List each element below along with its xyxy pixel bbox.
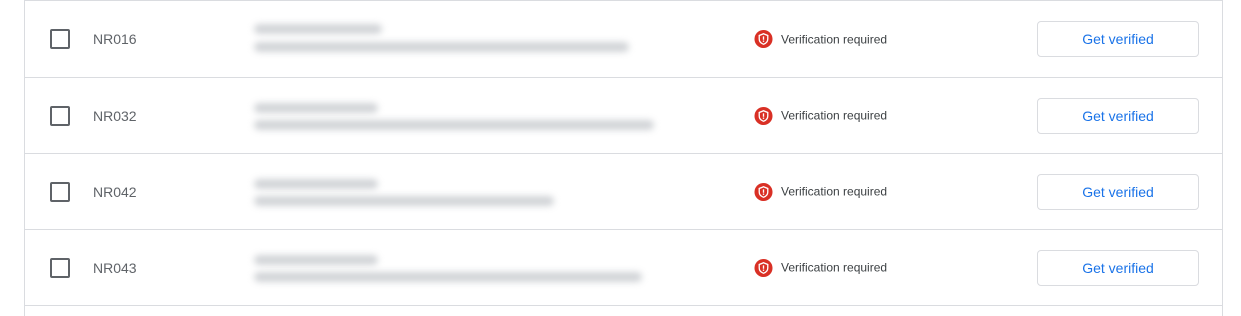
redacted-business-info <box>254 22 674 56</box>
verification-status: Verification required <box>754 182 887 201</box>
table-row: NR016 Verification required Get verified <box>25 0 1222 78</box>
redacted-business-info <box>254 99 674 133</box>
row-checkbox[interactable] <box>50 181 70 202</box>
row-checkbox[interactable] <box>50 29 70 49</box>
table-row: NR032 Verification required Get verified <box>25 78 1222 154</box>
shield-alert-icon <box>754 29 773 49</box>
status-text: Verification required <box>781 184 888 199</box>
store-code: NR016 <box>93 31 137 47</box>
status-text: Verification required <box>781 108 888 123</box>
store-code: NR042 <box>93 183 137 200</box>
verification-status: Verification required <box>754 106 887 125</box>
table-row: NR042 Verification required Get verified <box>25 154 1222 230</box>
store-code: NR032 <box>93 107 137 124</box>
status-text: Verification required <box>781 32 888 46</box>
locations-table: NR016 Verification required Get verified… <box>24 0 1223 316</box>
get-verified-button[interactable]: Get verified <box>1037 249 1199 286</box>
verification-status: Verification required <box>754 29 888 49</box>
shield-alert-icon <box>754 258 773 277</box>
store-code: NR043 <box>93 259 137 276</box>
get-verified-button[interactable]: Get verified <box>1037 173 1199 210</box>
status-text: Verification required <box>781 260 888 275</box>
shield-alert-icon <box>754 106 773 125</box>
table-row: NR043 Verification required Get verified <box>25 230 1222 306</box>
shield-alert-icon <box>754 182 773 201</box>
row-checkbox[interactable] <box>50 105 70 126</box>
verification-status: Verification required <box>754 258 887 277</box>
get-verified-button[interactable]: Get verified <box>1037 21 1199 57</box>
row-checkbox[interactable] <box>50 257 70 278</box>
redacted-business-info <box>254 251 674 285</box>
redacted-business-info <box>254 175 674 209</box>
get-verified-button[interactable]: Get verified <box>1037 97 1199 134</box>
